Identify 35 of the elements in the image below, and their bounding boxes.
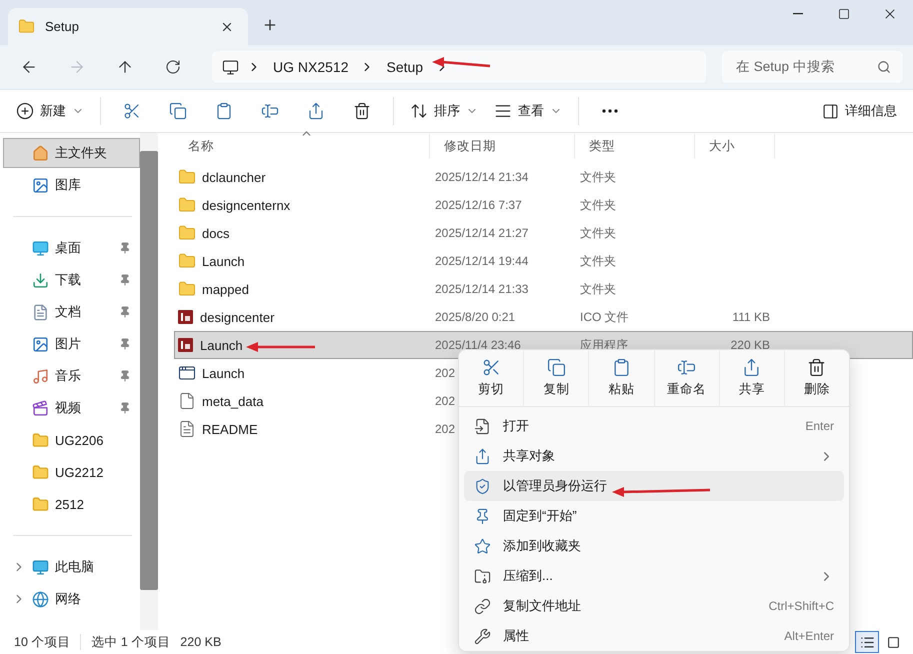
file-name: Launch [202,254,245,268]
shortcut-text: Alt+Enter [784,629,834,643]
table-cell: 202 [435,394,456,408]
table-cell: 2025/12/16 7:37 [435,198,522,212]
table-cell: 2025/12/14 21:34 [435,170,528,184]
tab-title: Setup [45,19,80,34]
table-cell: 220 KB [730,338,770,352]
file-name: Launch [200,338,243,352]
table-cell: 111 KB [732,310,770,324]
file-name: dclauncher [202,170,266,184]
table-cell: 文件夹 [580,226,616,240]
table-cell: 2025/8/20 0:21 [435,310,516,324]
table-cell: 2025/12/14 21:27 [435,226,528,240]
item-count: 10 个项目 [14,634,70,650]
file-name: meta_data [202,394,264,408]
selection-size: 220 KB [180,635,222,649]
table-cell: 202 [435,422,456,436]
file-name: Launch [202,366,245,380]
table-cell: 文件夹 [580,198,616,212]
table-cell: 文件夹 [580,170,616,184]
table-cell: 2025/11/4 23:46 [435,338,521,352]
table-cell: 文件夹 [580,254,616,268]
shortcut-text: Ctrl+Shift+C [768,599,834,613]
table-cell: ICO 文件 [580,310,629,324]
shortcut-text: Enter [805,419,834,433]
table-cell: 202 [435,366,456,380]
table-cell: 2025/12/14 21:33 [435,282,528,296]
selection-count: 选中 1 个项目 [91,634,170,650]
file-name: designcenternx [202,198,290,212]
table-cell: 2025/12/14 19:44 [435,254,528,268]
file-name: docs [202,226,230,240]
file-name: README [202,422,258,436]
file-name: designcenter [200,310,274,324]
table-cell: 文件夹 [580,282,616,296]
file-name: mapped [202,282,249,296]
